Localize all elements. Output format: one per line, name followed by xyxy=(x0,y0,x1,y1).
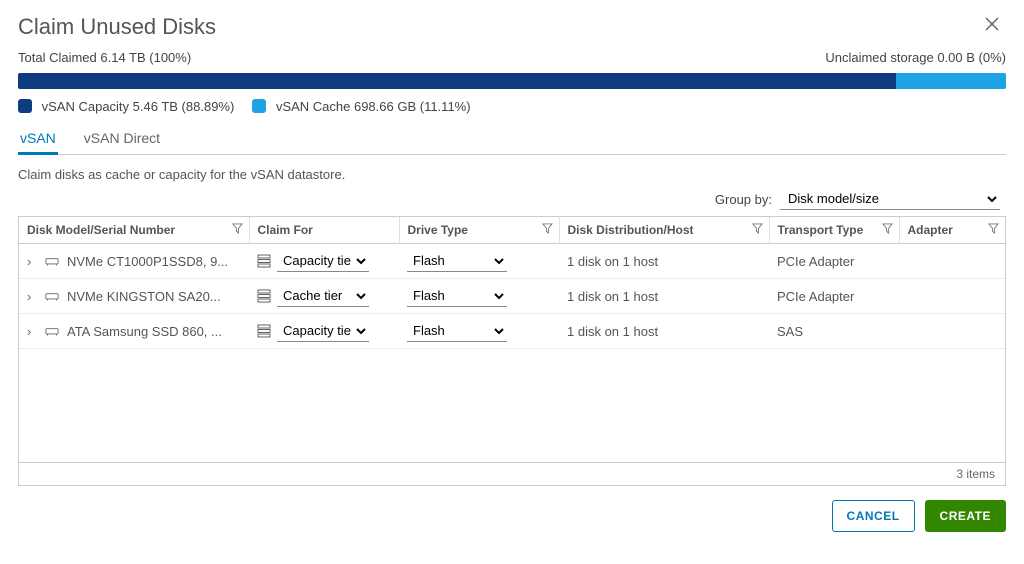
drive-type-select[interactable]: Flash xyxy=(407,250,507,272)
legend-cache: vSAN Cache 698.66 GB (11.11%) xyxy=(252,99,470,114)
cache-bar-segment xyxy=(896,73,1006,89)
unclaimed-storage-label: Unclaimed storage 0.00 B (0%) xyxy=(825,50,1006,65)
tier-icon xyxy=(257,324,271,338)
table-row: › ATA Samsung SSD 860, ... Capacity tier Fl… xyxy=(19,314,1005,349)
filter-icon[interactable] xyxy=(988,223,999,237)
filter-icon[interactable] xyxy=(882,223,893,237)
tab-vsan-direct[interactable]: vSAN Direct xyxy=(82,124,162,155)
transport-type-text: PCIe Adapter xyxy=(777,254,854,269)
disk-icon xyxy=(45,326,59,336)
col-model[interactable]: Disk Model/Serial Number xyxy=(19,217,249,244)
claim-for-select[interactable]: Cache tier xyxy=(277,285,369,307)
close-icon[interactable] xyxy=(978,14,1006,39)
expand-caret-icon[interactable]: › xyxy=(27,254,37,269)
create-button[interactable]: CREATE xyxy=(925,500,1006,532)
claim-for-select[interactable]: Capacity tier xyxy=(277,250,369,272)
disk-model-text: NVMe KINGSTON SA20... xyxy=(67,289,221,304)
disk-distribution-text: 1 disk on 1 host xyxy=(567,324,658,339)
disk-model-text: ATA Samsung SSD 860, ... xyxy=(67,324,222,339)
dialog-title: Claim Unused Disks xyxy=(18,14,216,40)
table-item-count: 3 items xyxy=(19,462,1005,485)
disk-distribution-text: 1 disk on 1 host xyxy=(567,289,658,304)
disk-model-text: NVMe CT1000P1SSD8, 9... xyxy=(67,254,228,269)
tier-icon xyxy=(257,254,271,268)
table-row: › NVMe KINGSTON SA20... Cache tier Flash 1 d… xyxy=(19,279,1005,314)
claim-instruction-text: Claim disks as cache or capacity for the… xyxy=(18,167,1006,182)
disk-icon xyxy=(45,291,59,301)
drive-type-select[interactable]: Flash xyxy=(407,285,507,307)
tab-vsan[interactable]: vSAN xyxy=(18,124,58,155)
cancel-button[interactable]: CANCEL xyxy=(832,500,915,532)
col-transport[interactable]: Transport Type xyxy=(769,217,899,244)
storage-usage-bar xyxy=(18,73,1006,89)
filter-icon[interactable] xyxy=(232,223,243,237)
transport-type-text: SAS xyxy=(777,324,803,339)
expand-caret-icon[interactable]: › xyxy=(27,324,37,339)
filter-icon[interactable] xyxy=(542,223,553,237)
col-adapter[interactable]: Adapter xyxy=(899,217,1005,244)
disk-distribution-text: 1 disk on 1 host xyxy=(567,254,658,269)
claim-for-select[interactable]: Capacity tier xyxy=(277,320,369,342)
col-drive[interactable]: Drive Type xyxy=(399,217,559,244)
groupby-label: Group by: xyxy=(715,192,772,207)
transport-type-text: PCIe Adapter xyxy=(777,289,854,304)
filter-icon[interactable] xyxy=(752,223,763,237)
drive-type-select[interactable]: Flash xyxy=(407,320,507,342)
table-row: › NVMe CT1000P1SSD8, 9... Capacity tier Fla… xyxy=(19,244,1005,279)
tier-icon xyxy=(257,289,271,303)
expand-caret-icon[interactable]: › xyxy=(27,289,37,304)
total-claimed-label: Total Claimed 6.14 TB (100%) xyxy=(18,50,191,65)
cache-swatch-icon xyxy=(252,99,266,113)
legend-capacity: vSAN Capacity 5.46 TB (88.89%) xyxy=(18,99,234,114)
groupby-select[interactable]: Disk model/size xyxy=(780,188,1000,210)
disk-table: Disk Model/Serial Number Claim For Drive… xyxy=(18,216,1006,486)
capacity-swatch-icon xyxy=(18,99,32,113)
col-dist[interactable]: Disk Distribution/Host xyxy=(559,217,769,244)
col-claim[interactable]: Claim For xyxy=(249,217,399,244)
disk-icon xyxy=(45,256,59,266)
capacity-bar-segment xyxy=(18,73,896,89)
tab-bar: vSAN vSAN Direct xyxy=(18,124,1006,155)
